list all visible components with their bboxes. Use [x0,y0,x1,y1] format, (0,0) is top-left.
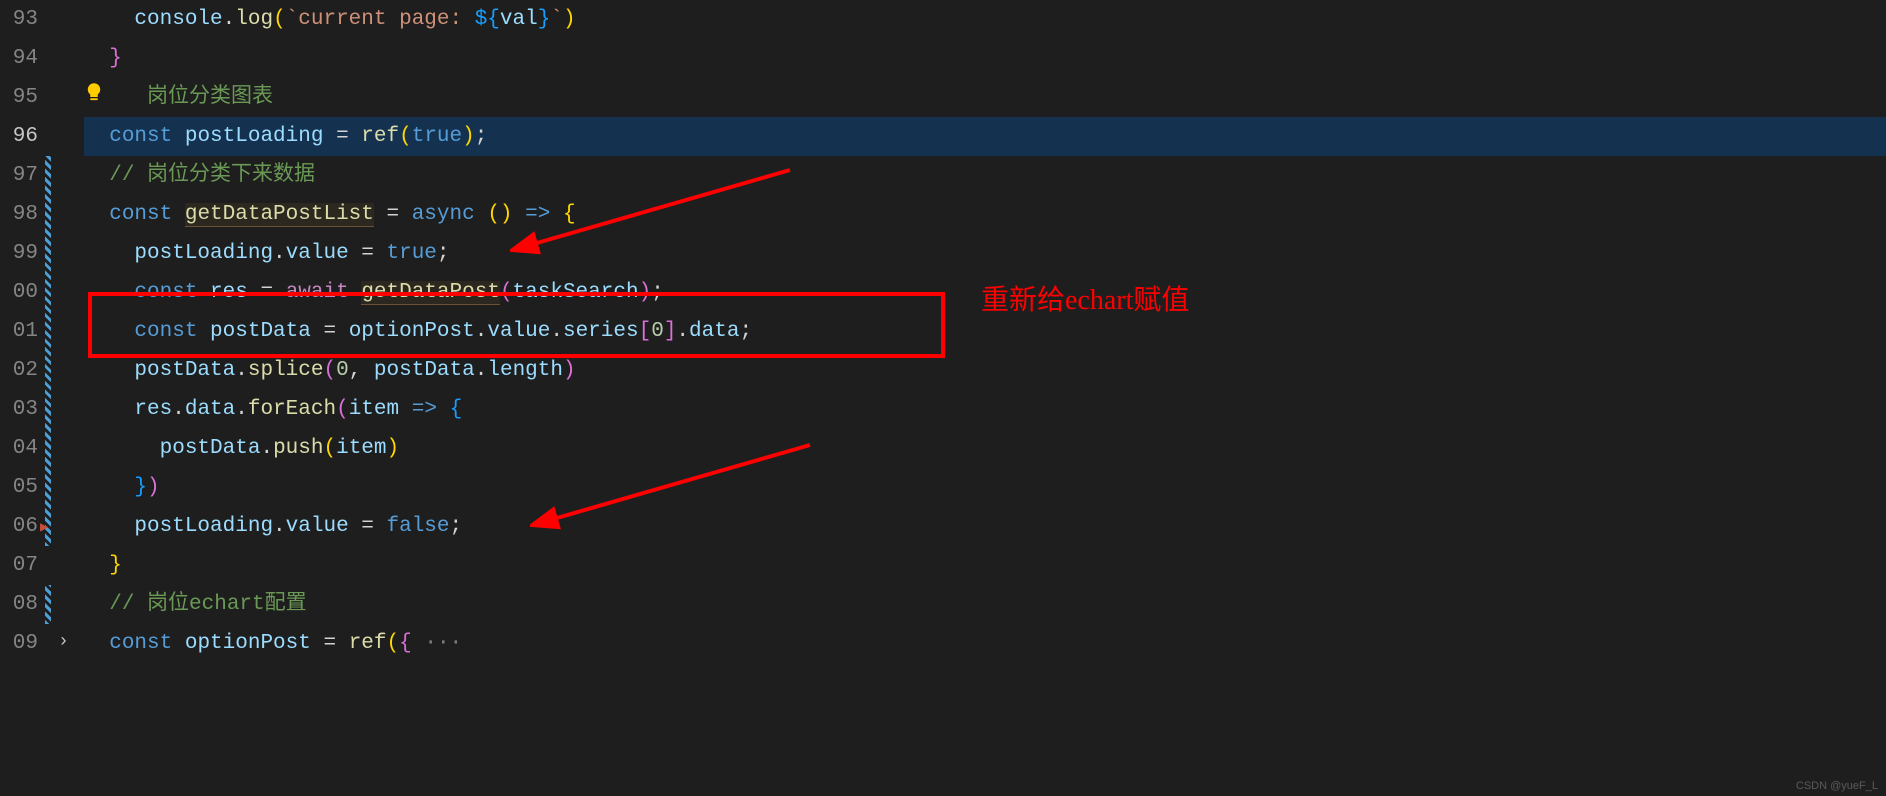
code-line[interactable]: // 岗位分类下来数据 [84,156,1886,195]
line-number: 08 [0,585,38,624]
lightbulb-icon[interactable] [84,82,104,102]
fold-gutter: › [56,0,76,796]
chevron-right-icon[interactable]: › [58,632,69,652]
code-line[interactable]: res.data.forEach(item => { [84,390,1886,429]
line-number: 04 [0,429,38,468]
code-area[interactable]: console.log(`current page: ${val}`) } 岗位… [76,0,1886,796]
line-number: 03 [0,390,38,429]
code-line[interactable]: // 岗位echart配置 [84,585,1886,624]
code-editor[interactable]: ▶ 9394959697989900010203040506070809 › c… [0,0,1886,796]
line-number: 09 [0,624,38,663]
breakpoint-indicator-icon: ▶ [40,519,48,536]
line-number: 01 [0,312,38,351]
line-number: 97 [0,156,38,195]
line-number: 02 [0,351,38,390]
line-number: 05 [0,468,38,507]
line-number: 99 [0,234,38,273]
code-line[interactable]: const postLoading = ref(true); [84,117,1886,156]
line-number: 93 [0,0,38,39]
gutter-change-marker [45,585,51,624]
watermark: CSDN @yueF_L [1796,780,1878,792]
line-number: 07 [0,546,38,585]
line-number: 98 [0,195,38,234]
code-line[interactable]: postData.splice(0, postData.length) [84,351,1886,390]
code-line[interactable]: console.log(`current page: ${val}`) [84,0,1886,39]
line-number: 94 [0,39,38,78]
line-number: 95 [0,78,38,117]
code-line[interactable]: 岗位分类图表 [84,78,1886,117]
line-number-gutter: ▶ 9394959697989900010203040506070809 [0,0,56,796]
line-number: 96 [0,117,38,156]
code-line[interactable]: }) [84,468,1886,507]
code-line[interactable]: } [84,39,1886,78]
annotation-text: 重新给echart赋值 [981,278,1189,318]
code-line[interactable]: } [84,546,1886,585]
line-number: 06 [0,507,38,546]
code-line[interactable]: postLoading.value = false; [84,507,1886,546]
gutter-change-marker [45,156,51,546]
code-line[interactable]: postData.push(item) [84,429,1886,468]
line-number: 00 [0,273,38,312]
code-line[interactable]: const getDataPostList = async () => { [84,195,1886,234]
code-line[interactable]: const optionPost = ref({ ··· [84,624,1886,663]
code-line[interactable]: postLoading.value = true; [84,234,1886,273]
